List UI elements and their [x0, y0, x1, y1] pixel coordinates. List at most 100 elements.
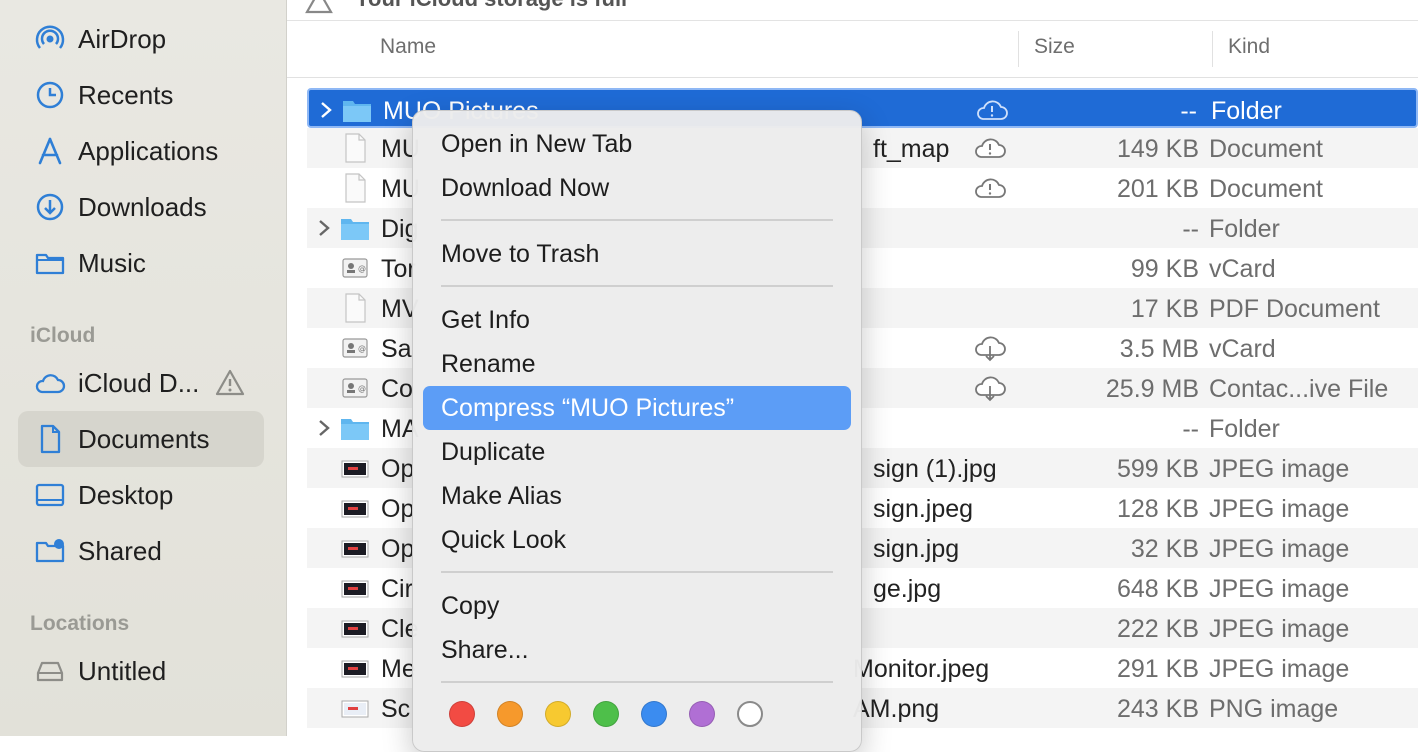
column-divider[interactable] [1212, 31, 1213, 67]
file-size: 222 KB [1117, 615, 1199, 644]
sidebar-item-label: AirDrop [78, 24, 166, 55]
menu-item-move-to-trash[interactable]: Move to Trash [423, 232, 851, 276]
column-divider[interactable] [1018, 31, 1019, 67]
file-kind: JPEG image [1209, 615, 1349, 644]
file-name-tail: sign (1).jpg [873, 455, 997, 484]
file-size: -- [1180, 97, 1197, 126]
image-thumbnail-icon [339, 492, 371, 524]
menu-item-duplicate[interactable]: Duplicate [423, 430, 851, 474]
column-size[interactable]: Size [1034, 35, 1075, 59]
svg-text:@: @ [358, 344, 366, 353]
image-thumbnail-icon [339, 532, 371, 564]
menu-item-rename[interactable]: Rename [423, 342, 851, 386]
menu-separator [441, 219, 833, 221]
clock-icon [34, 79, 66, 111]
file-name: Op [381, 535, 414, 564]
sidebar-item-shared[interactable]: Shared [18, 523, 264, 579]
contact-card-icon: @ [339, 372, 371, 404]
menu-item-share[interactable]: Share... [423, 628, 851, 672]
tag-color-dot[interactable] [449, 701, 475, 727]
file-size: 149 KB [1117, 135, 1199, 164]
svg-text:@: @ [358, 264, 366, 273]
menu-item-quick-look[interactable]: Quick Look [423, 518, 851, 562]
tag-color-dot[interactable] [737, 701, 763, 727]
menu-item-label: Quick Look [441, 526, 566, 555]
cloud-download-icon[interactable] [973, 334, 1007, 362]
tag-color-dot[interactable] [689, 701, 715, 727]
file-size: 25.9 MB [1106, 375, 1199, 404]
column-kind[interactable]: Kind [1228, 35, 1270, 59]
document-icon [34, 423, 66, 455]
sidebar-item-music[interactable]: Music [18, 235, 264, 291]
file-kind: Contac...ive File [1209, 375, 1388, 404]
sidebar-item-icloud-drive[interactable]: iCloud D... [18, 355, 264, 411]
file-size: 128 KB [1117, 495, 1199, 524]
sidebar: AirDrop Recents Applications Downloads M… [0, 0, 287, 736]
sidebar-item-desktop[interactable]: Desktop [18, 467, 264, 523]
shared-folder-icon [34, 535, 66, 567]
sidebar-item-label: iCloud D... [78, 368, 199, 399]
menu-item-open-in-new-tab[interactable]: Open in New Tab [423, 122, 851, 166]
menu-item-label: Download Now [441, 174, 609, 203]
section-header-locations: Locations [30, 612, 129, 636]
tag-color-dot[interactable] [593, 701, 619, 727]
file-kind: Folder [1209, 215, 1280, 244]
sidebar-item-label: Recents [78, 80, 173, 111]
sidebar-item-documents[interactable]: Documents [18, 411, 264, 467]
cloud-download-icon[interactable] [973, 374, 1007, 402]
sidebar-item-label: Untitled [78, 656, 166, 687]
tag-color-dot[interactable] [497, 701, 523, 727]
file-size: -- [1182, 415, 1199, 444]
file-kind: JPEG image [1209, 455, 1349, 484]
document-file-icon [339, 132, 371, 164]
tag-color-dot[interactable] [641, 701, 667, 727]
file-size: 32 KB [1131, 535, 1199, 564]
file-kind: PDF Document [1209, 295, 1380, 324]
image-thumbnail-icon [339, 692, 371, 724]
menu-item-copy[interactable]: Copy [423, 584, 851, 628]
file-size: -- [1182, 215, 1199, 244]
folder-icon [341, 94, 373, 126]
image-thumbnail-icon [339, 572, 371, 604]
sidebar-item-applications[interactable]: Applications [18, 123, 264, 179]
folder-icon [339, 212, 371, 244]
file-kind: vCard [1209, 255, 1276, 284]
file-size: 291 KB [1117, 655, 1199, 684]
sidebar-item-label: Applications [78, 136, 218, 167]
sidebar-item-label: Desktop [78, 480, 173, 511]
disclosure-chevron-icon[interactable] [315, 417, 333, 439]
column-name[interactable]: Name [380, 35, 436, 59]
menu-item-get-info[interactable]: Get Info [423, 298, 851, 342]
menu-item-compress[interactable]: Compress “MUO Pictures” [423, 386, 851, 430]
file-name-tail: sign.jpg [873, 535, 959, 564]
sidebar-item-untitled[interactable]: Untitled [18, 643, 264, 699]
sidebar-item-downloads[interactable]: Downloads [18, 179, 264, 235]
svg-text:@: @ [358, 384, 366, 393]
disclosure-chevron-icon[interactable] [315, 217, 333, 239]
warning-icon [214, 367, 246, 399]
menu-item-make-alias[interactable]: Make Alias [423, 474, 851, 518]
file-name: Tor [381, 255, 416, 284]
folder-icon [339, 412, 371, 444]
sidebar-item-label: Shared [78, 536, 162, 567]
menu-item-download-now[interactable]: Download Now [423, 166, 851, 210]
file-kind: Folder [1209, 415, 1280, 444]
file-size: 599 KB [1117, 455, 1199, 484]
sidebar-item-recents[interactable]: Recents [18, 67, 264, 123]
sidebar-item-airdrop[interactable]: AirDrop [18, 11, 264, 67]
tag-color-dot[interactable] [545, 701, 571, 727]
file-kind: JPEG image [1209, 575, 1349, 604]
airdrop-icon [34, 23, 66, 55]
file-kind: PNG image [1209, 695, 1338, 724]
contact-card-icon: @ [339, 332, 371, 364]
file-name: Op [381, 495, 414, 524]
disclosure-chevron-icon[interactable] [317, 99, 335, 121]
desktop-icon [34, 479, 66, 511]
contact-card-icon: @ [339, 252, 371, 284]
banner-text: Your iCloud storage is full [355, 0, 627, 12]
section-header-icloud: iCloud [30, 324, 95, 348]
file-kind: JPEG image [1209, 535, 1349, 564]
file-size: 201 KB [1117, 175, 1199, 204]
file-name: Sc [381, 695, 410, 724]
file-name-tail: AM.png [853, 695, 939, 724]
